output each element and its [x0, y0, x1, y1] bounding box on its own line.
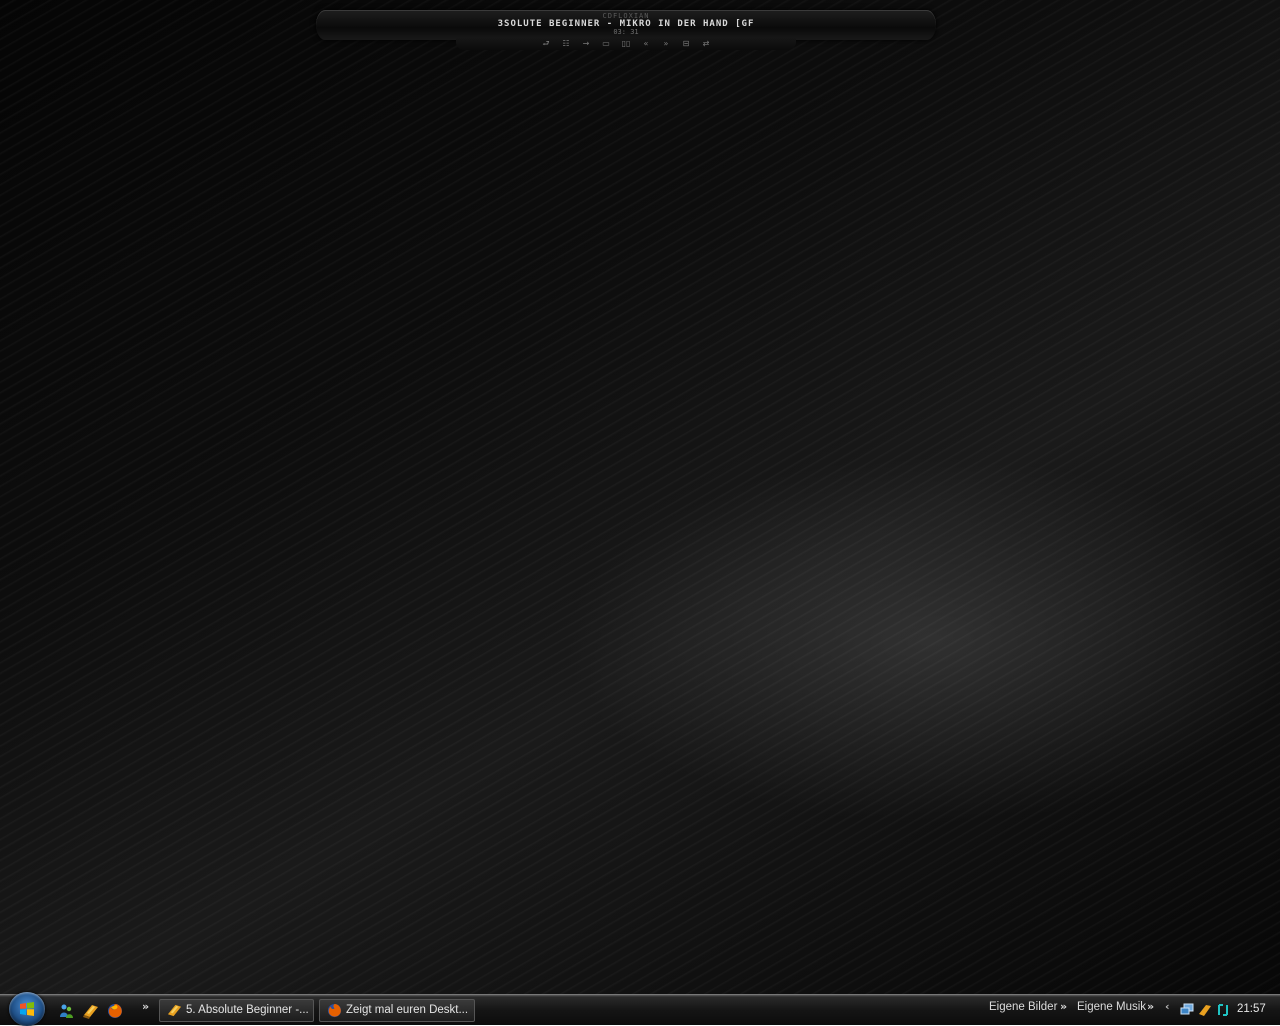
toolbar-eigene-musik[interactable]: Eigene Musik	[1077, 1001, 1146, 1013]
toolbar-eigene-bilder-more[interactable]: »	[1060, 1000, 1067, 1013]
start-button[interactable]	[9, 992, 45, 1026]
stop-icon[interactable]: ▭	[600, 39, 612, 49]
quick-launch-more-button[interactable]: »	[142, 1000, 149, 1013]
sync-tray-icon[interactable]	[1216, 1003, 1230, 1017]
desktop-wallpaper: CDFLOXIAN 3SOLUTE BEGINNER - MIKRO IN DE…	[0, 0, 1280, 994]
tray-expand-button[interactable]: ‹	[1165, 1000, 1170, 1013]
winamp-icon[interactable]	[83, 1003, 99, 1019]
task-button-winamp[interactable]: 5. Absolute Beginner -...	[159, 999, 314, 1022]
toolbar-eigene-bilder[interactable]: Eigene Bilder	[989, 1001, 1057, 1013]
clock[interactable]: 21:57	[1237, 1003, 1266, 1015]
winamp-icon	[167, 1004, 182, 1017]
player-controls: ⮐ ☷ → ▭ ▯▯ « » ⊟ ⇄	[456, 38, 796, 50]
toolbar-eigene-musik-more[interactable]: »	[1147, 1000, 1154, 1013]
winamp-tray-icon[interactable]	[1198, 1003, 1212, 1017]
pause-icon[interactable]: ▯▯	[620, 39, 632, 49]
previous-icon[interactable]: «	[640, 39, 652, 49]
player-time: 03: 31	[613, 28, 639, 36]
repeat-icon[interactable]: ⮐	[540, 39, 552, 49]
play-icon[interactable]: →	[580, 39, 592, 49]
task-button-label: Zeigt mal euren Deskt...	[346, 1004, 469, 1016]
task-button-label: 5. Absolute Beginner -...	[186, 1004, 309, 1016]
playlist-icon[interactable]: ⊟	[680, 39, 692, 49]
network-icon[interactable]	[1180, 1003, 1194, 1017]
media-player-skin[interactable]: CDFLOXIAN 3SOLUTE BEGINNER - MIKRO IN DE…	[316, 8, 936, 52]
taskbar: » 5. Absolute Beginner -... Zeigt mal eu…	[0, 992, 1280, 1026]
windows-logo-icon	[20, 1002, 34, 1016]
equalizer-icon[interactable]: ☷	[560, 39, 572, 49]
next-icon[interactable]: »	[660, 39, 672, 49]
messenger-icon[interactable]	[58, 1003, 74, 1019]
firefox-icon[interactable]	[107, 1003, 123, 1019]
firefox-icon	[327, 1003, 342, 1018]
task-button-firefox[interactable]: Zeigt mal euren Deskt...	[319, 999, 475, 1022]
shuffle-icon[interactable]: ⇄	[700, 39, 712, 49]
